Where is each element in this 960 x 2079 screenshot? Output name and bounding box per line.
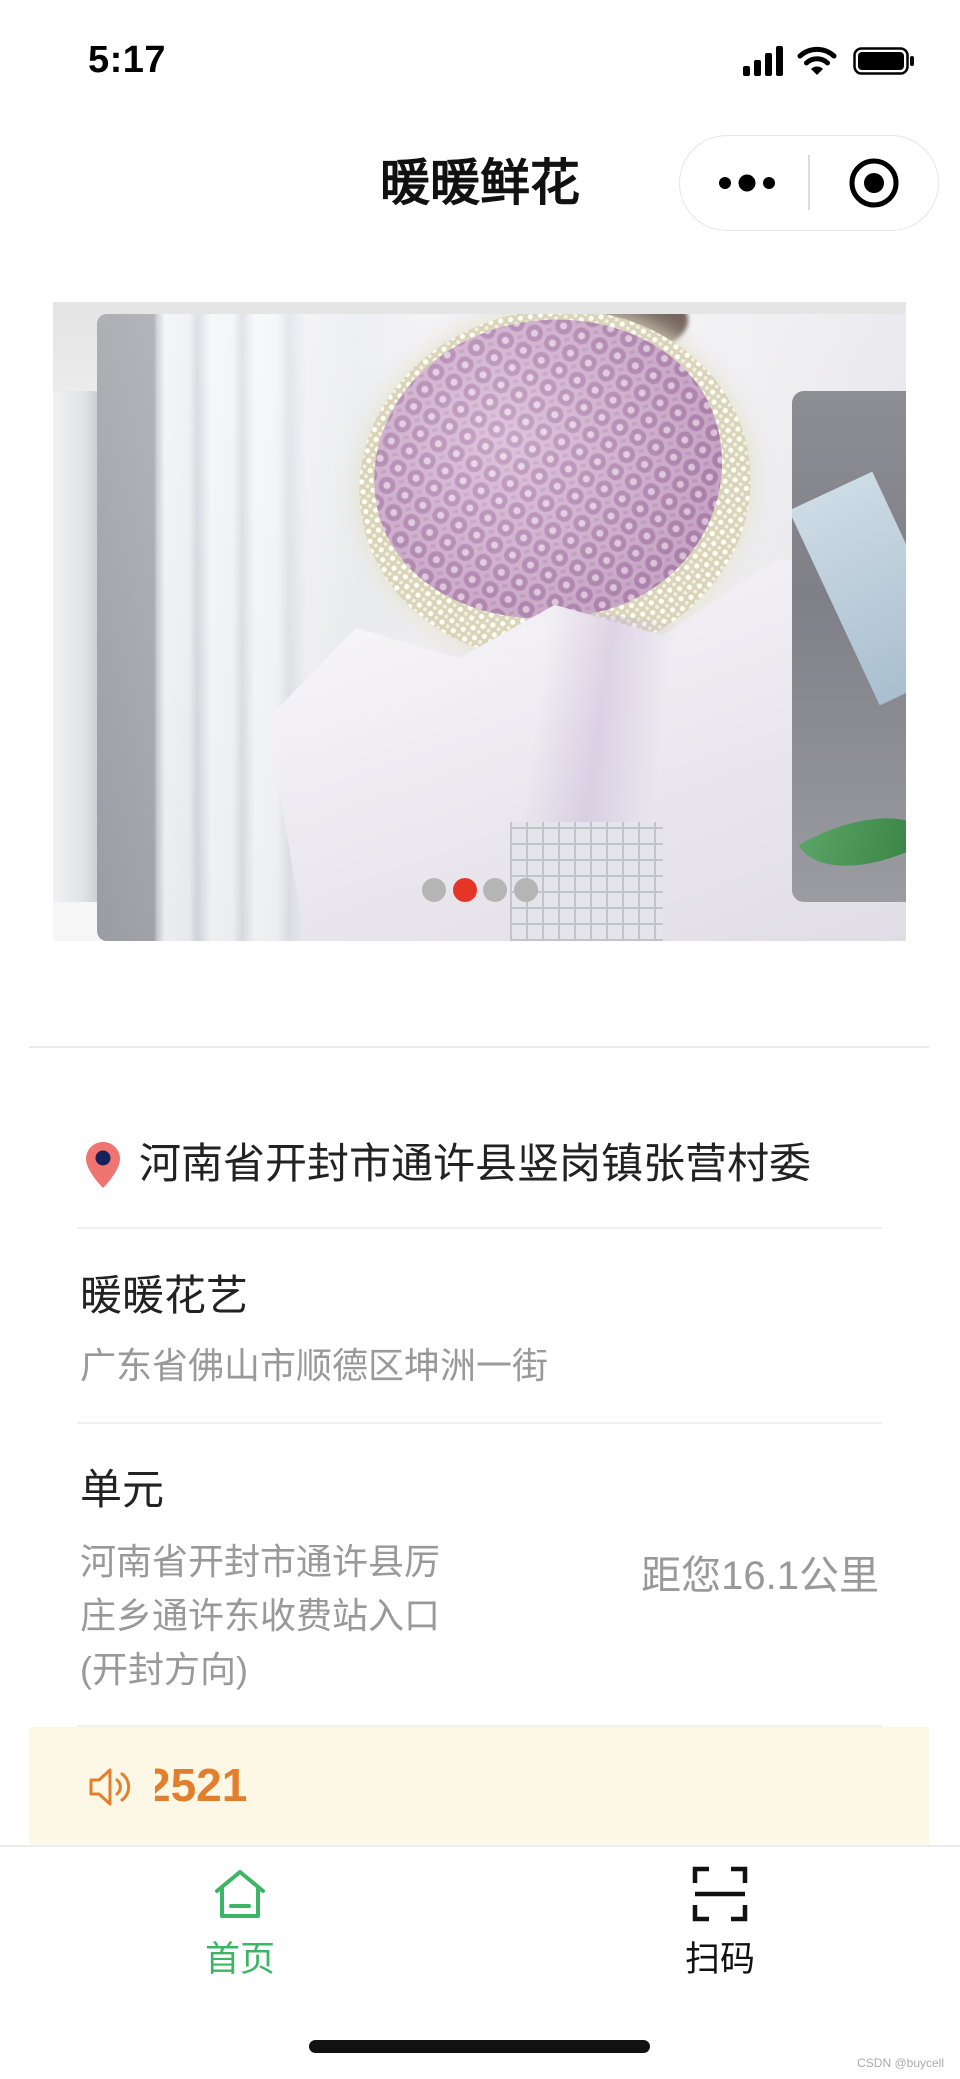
carousel-dot-active[interactable] (452, 878, 477, 902)
store-address-line: 河南省开封市通许县厉 (80, 1541, 441, 1582)
status-time: 5:17 (88, 39, 167, 81)
store-item[interactable]: 暖暖花艺 广东省佛山市顺德区坤洲一街 (0, 1229, 960, 1422)
carousel-dot[interactable] (513, 878, 538, 902)
carousel-slide-current[interactable] (97, 314, 906, 941)
map-pin-icon (84, 1140, 122, 1190)
cellular-signal-icon (743, 46, 785, 76)
store-address: 广东省佛山市顺德区坤洲一街 (80, 1345, 549, 1386)
store-item[interactable]: 单元 河南省开封市通许县厉 庄乡通许东收费站入口 (开封方向) 距您16.1公里 (0, 1424, 960, 1725)
nav-bar: 暖暖鲜花 (0, 100, 960, 270)
current-location-row[interactable]: 河南省开封市通许县竖岗镇张营村委 (0, 1100, 960, 1227)
store-name: 单元 (80, 1466, 165, 1513)
watermark: CSDN @buycell (857, 2056, 944, 2070)
notice-marquee: 2521 (155, 1727, 895, 1844)
current-location-text: 河南省开封市通许县竖岗镇张营村委 (139, 1140, 812, 1187)
target-icon[interactable] (848, 157, 900, 209)
store-list: 河南省开封市通许县竖岗镇张营村委 暖暖花艺 广东省佛山市顺德区坤洲一街 单元 河… (0, 1100, 960, 1727)
tab-label-home: 首页 (204, 1940, 275, 1979)
store-address-line: 庄乡通许东收费站入口 (80, 1595, 441, 1636)
battery-icon (853, 47, 915, 75)
store-address-line: (开封方向) (80, 1649, 248, 1690)
tab-label-scan: 扫码 (684, 1940, 755, 1979)
store-address: 河南省开封市通许县厉 庄乡通许东收费站入口 (开封方向) (80, 1535, 440, 1697)
mini-program-capsule (679, 135, 939, 231)
status-bar: 5:17 (0, 0, 960, 100)
more-dots-icon[interactable] (717, 173, 777, 193)
tab-scan[interactable]: 扫码 (480, 1847, 960, 2007)
carousel-slide-prev[interactable] (53, 391, 97, 902)
capsule-divider (808, 155, 810, 210)
store-distance: 距您16.1公里 (641, 1554, 879, 1598)
home-icon (213, 1869, 267, 1919)
carousel-dot[interactable] (422, 878, 446, 902)
carousel-indicator (422, 878, 538, 902)
speaker-icon (88, 1765, 134, 1809)
scan-icon (692, 1866, 748, 1922)
section-divider (29, 1046, 929, 1048)
wifi-icon (796, 44, 838, 76)
notice-text: 2521 (155, 1759, 248, 1811)
carousel-dot[interactable] (483, 878, 507, 902)
photo-leaf (798, 785, 906, 899)
carousel[interactable] (53, 302, 906, 941)
store-name: 暖暖花艺 (80, 1272, 249, 1319)
notice-bar[interactable]: 2521 (29, 1727, 929, 1844)
tab-home[interactable]: 首页 (0, 1847, 480, 2007)
photo-blue-paper (792, 471, 906, 706)
carousel-slide-next[interactable] (792, 391, 906, 902)
home-indicator (309, 2040, 650, 2053)
